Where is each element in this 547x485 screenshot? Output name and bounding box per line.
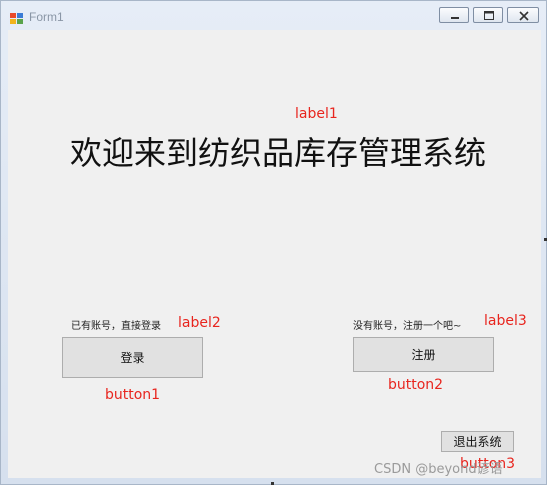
label2-name-annotation: label2 [178,315,221,331]
maximize-icon [484,11,494,20]
exit-button[interactable]: 退出系统 [441,431,514,452]
close-button[interactable] [507,7,539,23]
window-title: Form1 [29,10,64,24]
maximize-button[interactable] [473,7,503,23]
page-title: 欢迎来到纺织品库存管理系统 [70,134,487,172]
form-client-area: label1 欢迎来到纺织品库存管理系统 已有账号，直接登录 label2 没有… [8,30,541,478]
minimize-icon [451,17,459,19]
button2-name-annotation: button2 [388,377,444,393]
label2: 已有账号，直接登录 [71,321,161,332]
csdn-watermark: CSDN @beyond谚语 [374,462,503,477]
close-icon [519,11,529,21]
login-button[interactable]: 登录 [62,337,203,378]
minimize-button[interactable] [439,7,469,23]
label1-name-annotation: label1 [295,106,338,122]
button1-name-annotation: button1 [105,387,161,403]
label3-name-annotation: label3 [484,313,527,329]
form1-window: Form1 label1 欢迎来到纺织品库存管理系统 已有账号，直接登录 lab… [0,0,547,485]
label3: 没有账号，注册一个吧~ [353,321,462,332]
title-bar[interactable]: Form1 [1,1,546,31]
app-icon [10,10,24,24]
register-button[interactable]: 注册 [353,337,494,372]
